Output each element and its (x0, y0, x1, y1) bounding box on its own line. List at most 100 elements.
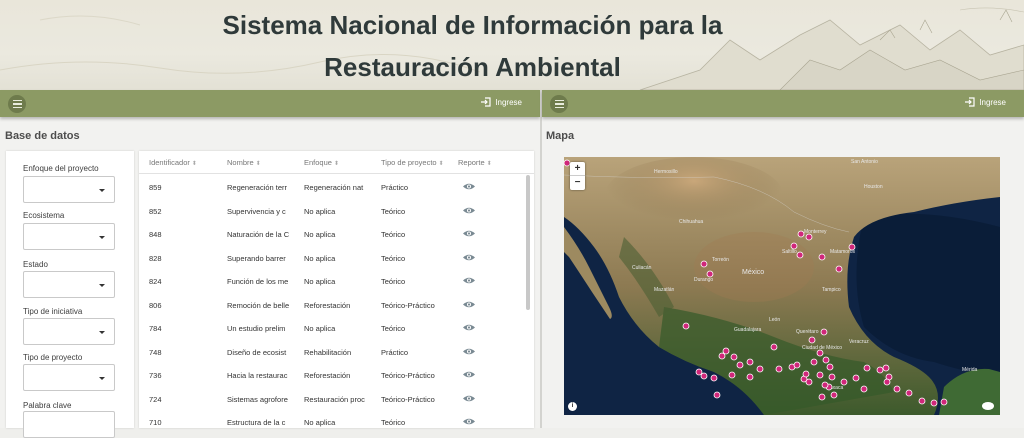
project-marker[interactable] (828, 373, 836, 381)
table-row[interactable]: 784 Un estudio prelim No aplica Teórico (139, 316, 524, 340)
table-row[interactable]: 828 Superando barrer No aplica Teórico (139, 246, 524, 270)
project-marker[interactable] (746, 373, 754, 381)
select-tipo-iniciativa[interactable] (23, 318, 115, 345)
view-report-eye-icon[interactable] (462, 394, 476, 403)
project-marker[interactable] (808, 336, 816, 344)
filter-label-tipo-iniciativa: Tipo de iniciativa (23, 307, 83, 316)
project-marker[interactable] (818, 253, 826, 261)
project-marker[interactable] (805, 378, 813, 386)
view-report-eye-icon[interactable] (462, 253, 476, 262)
column-header-enfoque[interactable]: Enfoque ⬍ (304, 158, 339, 167)
view-report-eye-icon[interactable] (462, 323, 476, 332)
project-marker[interactable] (682, 322, 690, 330)
project-marker[interactable] (930, 399, 938, 407)
project-marker[interactable] (816, 349, 824, 357)
project-marker[interactable] (820, 328, 828, 336)
project-marker[interactable] (818, 393, 826, 401)
project-marker[interactable] (816, 371, 824, 379)
project-marker[interactable] (756, 365, 764, 373)
view-report-eye-icon[interactable] (462, 347, 476, 356)
view-report-eye-icon[interactable] (462, 229, 476, 238)
project-marker[interactable] (882, 364, 890, 372)
map-attribution-icon[interactable]: i (568, 402, 577, 411)
project-marker[interactable] (826, 363, 834, 371)
login-button[interactable]: Ingrese (480, 96, 522, 108)
project-marker[interactable] (918, 397, 926, 405)
zoom-out-button[interactable]: − (570, 176, 585, 190)
project-marker[interactable] (722, 347, 730, 355)
table-row[interactable]: 859 Regeneración terr Regeneración nat Prác… (139, 175, 524, 199)
project-marker[interactable] (805, 233, 813, 241)
project-marker[interactable] (710, 374, 718, 382)
view-report-eye-icon[interactable] (462, 206, 476, 215)
table-row[interactable]: 724 Sistemas agrofore Restauración proc Teó… (139, 387, 524, 411)
project-marker[interactable] (835, 265, 843, 273)
table-cell-tipo: Práctico (381, 183, 409, 192)
project-marker[interactable] (810, 358, 818, 366)
project-marker[interactable] (700, 372, 708, 380)
project-marker[interactable] (797, 230, 805, 238)
table-scrollbar[interactable] (526, 175, 530, 310)
project-marker[interactable] (706, 270, 714, 278)
project-marker[interactable] (736, 361, 744, 369)
table-cell-enfoque: Rehabilitación (304, 347, 352, 357)
view-report-eye-icon[interactable] (462, 300, 476, 309)
project-marker[interactable] (883, 378, 891, 386)
select-tipo-proyecto[interactable] (23, 364, 115, 391)
project-marker[interactable] (848, 243, 856, 251)
project-marker[interactable] (893, 385, 901, 393)
hamburger-icon[interactable] (550, 95, 568, 113)
project-marker[interactable] (802, 370, 810, 378)
project-marker[interactable] (940, 398, 948, 406)
login-button[interactable]: Ingrese (964, 96, 1006, 108)
select-ecosistema[interactable] (23, 223, 115, 250)
select-estado[interactable] (23, 271, 115, 298)
project-marker[interactable] (840, 378, 848, 386)
table-row[interactable]: 748 Diseño de ecosist Rehabilitación Prácti… (139, 340, 524, 364)
view-report-eye-icon[interactable] (462, 182, 476, 191)
project-marker[interactable] (821, 381, 829, 389)
project-marker[interactable] (730, 353, 738, 361)
view-report-eye-icon[interactable] (462, 370, 476, 379)
select-enfoque[interactable] (23, 176, 115, 203)
column-header-reporte[interactable]: Reporte ⬍ (458, 158, 492, 167)
project-marker[interactable] (863, 364, 871, 372)
column-header-nombre[interactable]: Nombre ⬍ (227, 158, 261, 167)
project-marker[interactable] (860, 385, 868, 393)
satellite-map[interactable]: San Antonio Houston Hermosillo Chihuahua… (564, 157, 1000, 415)
view-report-eye-icon[interactable] (462, 276, 476, 285)
project-marker[interactable] (876, 366, 884, 374)
table-row[interactable]: 852 Supervivencia y c No aplica Teórico (139, 199, 524, 223)
project-marker[interactable] (852, 374, 860, 382)
project-marker[interactable] (746, 358, 754, 366)
project-marker[interactable] (695, 368, 703, 376)
keyword-input[interactable] (23, 411, 115, 438)
project-marker[interactable] (713, 391, 721, 399)
login-icon (965, 97, 975, 107)
project-marker[interactable] (770, 343, 778, 351)
project-marker[interactable] (775, 365, 783, 373)
project-marker[interactable] (822, 356, 830, 364)
project-marker[interactable] (830, 391, 838, 399)
table-row[interactable]: 806 Remoción de belle Reforestación Teórico… (139, 293, 524, 317)
zoom-in-button[interactable]: + (570, 162, 585, 176)
map-info-bubble-icon[interactable] (982, 402, 994, 410)
hamburger-icon[interactable] (8, 95, 26, 113)
project-marker[interactable] (718, 352, 726, 360)
table-row[interactable]: 736 Hacia la restaurac Reforestación Teóric… (139, 363, 524, 387)
column-header-identificador[interactable]: Identificador ⬍ (149, 158, 197, 167)
table-row[interactable]: 848 Naturación de la C No aplica Teórico (139, 222, 524, 246)
view-report-eye-icon[interactable] (462, 417, 476, 426)
project-marker[interactable] (728, 371, 736, 379)
project-marker[interactable] (905, 389, 913, 397)
project-marker[interactable] (790, 242, 798, 250)
column-header-tipo-proyecto[interactable]: Tipo de proyecto ⬍ (381, 158, 444, 167)
projects-table: Identificador ⬍ Nombre ⬍ Enfoque ⬍ Tipo de … (139, 151, 534, 428)
project-marker[interactable] (793, 361, 801, 369)
table-row[interactable]: 824 Función de los me No aplica Teórico (139, 269, 524, 293)
project-marker[interactable] (796, 251, 804, 259)
project-marker[interactable] (700, 260, 708, 268)
table-row[interactable]: 710 Estructura de la c No aplica Teórico (139, 410, 524, 428)
table-cell-nombre: Regeneración terr (227, 183, 288, 192)
table-cell-enfoque: Reforestación (304, 371, 351, 380)
